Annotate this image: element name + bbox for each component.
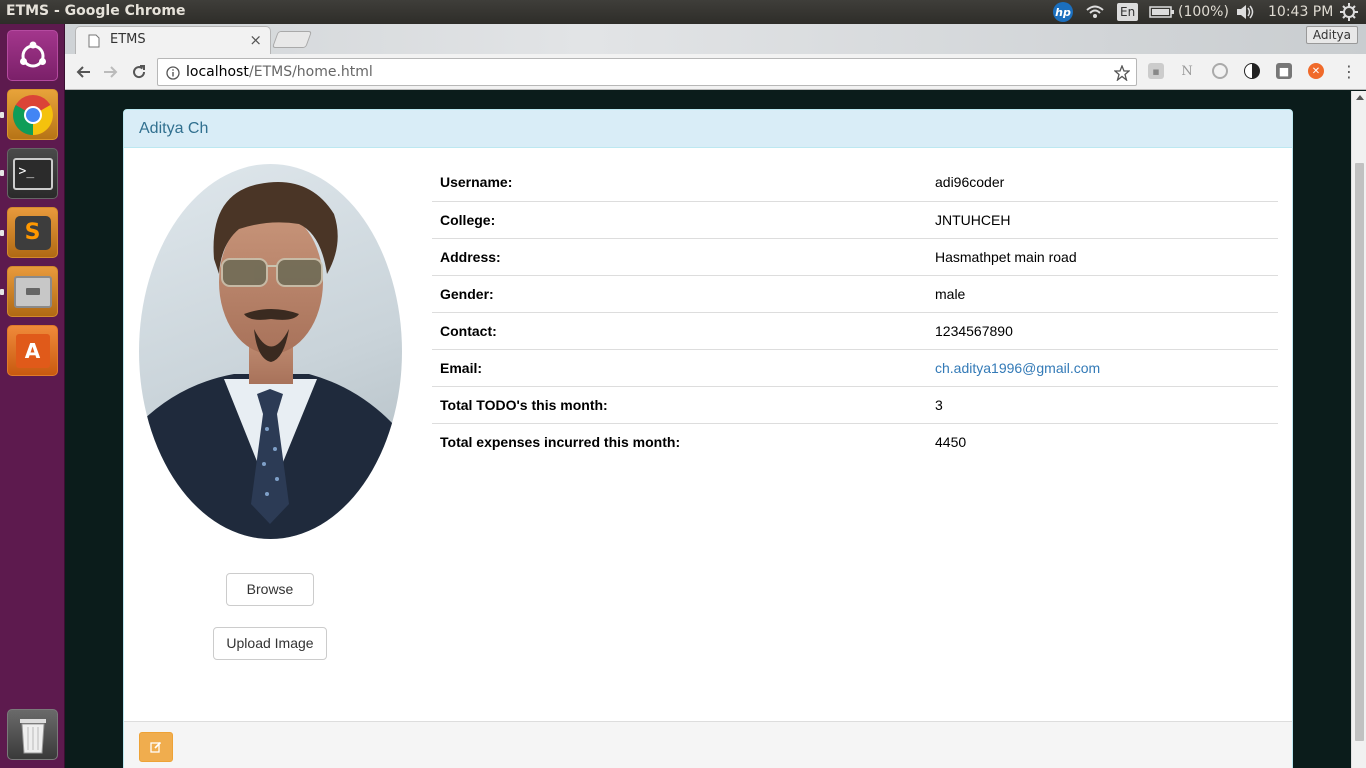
browser-toolbar: localhost /ETMS/home.html ▪ N ■ ✕ ⋮ <box>65 54 1366 90</box>
email-label: Email: <box>432 348 927 386</box>
file-manager-icon[interactable] <box>7 266 58 317</box>
table-row: Gender: male <box>432 274 1278 312</box>
page-viewport: Aditya Ch Browse Upload Image Username: … <box>65 91 1351 768</box>
ubuntu-top-panel: ETMS - Google Chrome hp En (100%) 10:43 … <box>0 0 1366 24</box>
trash-icon[interactable] <box>7 709 58 760</box>
wifi-icon[interactable] <box>1085 0 1105 24</box>
expenses-label: Total expenses incurred this month: <box>432 422 927 460</box>
profile-details-table: Username: adi96coder College: JNTUHCEH Add… <box>432 164 1278 460</box>
contact-value: 1234567890 <box>927 311 1278 349</box>
gender-value: male <box>927 274 1278 312</box>
todo-count-value: 3 <box>927 385 1278 423</box>
tab-strip: ETMS × Aditya <box>65 24 1366 54</box>
battery-indicator[interactable]: (100%) <box>1149 0 1229 24</box>
panel-footer <box>124 721 1292 768</box>
page-icon <box>88 34 100 48</box>
url-path: /ETMS/home.html <box>249 64 373 80</box>
new-tab-button[interactable] <box>271 31 313 48</box>
username-value: adi96coder <box>935 174 1005 191</box>
table-row: Username: adi96coder <box>432 164 1278 201</box>
chrome-icon[interactable] <box>7 89 58 140</box>
table-row: Address: Hasmathpet main road <box>432 237 1278 275</box>
extension-n-icon[interactable]: N <box>1179 63 1195 79</box>
info-icon[interactable] <box>166 66 180 80</box>
address-label: Address: <box>432 237 927 275</box>
table-row: Email: ch.aditya1996@gmail.com <box>432 348 1278 386</box>
table-row: Total expenses incurred this month: 4450 <box>432 422 1278 460</box>
sublime-text-icon[interactable]: S <box>7 207 58 258</box>
address-value: Hasmathpet main road <box>927 237 1278 275</box>
hp-icon[interactable]: hp <box>1052 0 1074 24</box>
extension-circle-icon[interactable] <box>1212 63 1228 79</box>
todo-count-label: Total TODO's this month: <box>432 385 927 423</box>
gender-label: Gender: <box>432 274 927 312</box>
edit-button[interactable] <box>139 732 173 762</box>
browser-window: ETMS × Aditya localhost /ETMS/home.html … <box>65 24 1366 768</box>
contact-label: Contact: <box>432 311 927 349</box>
extension-contrast-icon[interactable] <box>1244 63 1260 79</box>
scrollbar-thumb[interactable] <box>1355 163 1364 741</box>
table-row: Total TODO's this month: 3 <box>432 385 1278 423</box>
chrome-menu-icon[interactable]: ⋮ <box>1341 62 1357 81</box>
forward-icon[interactable] <box>101 62 121 82</box>
email-link[interactable]: ch.aditya1996@gmail.com <box>935 360 1100 376</box>
volume-icon[interactable] <box>1235 0 1255 24</box>
scroll-up-icon[interactable] <box>1356 95 1364 100</box>
college-value: JNTUHCEH <box>927 200 1278 238</box>
reload-icon[interactable] <box>129 62 149 82</box>
back-icon[interactable] <box>73 62 93 82</box>
upload-image-button[interactable]: Upload Image <box>213 627 327 660</box>
svg-text:hp: hp <box>1055 6 1071 19</box>
profile-panel: Aditya Ch Browse Upload Image Username: … <box>123 109 1293 768</box>
profile-button[interactable]: Aditya <box>1305 26 1358 44</box>
college-label: College: <box>432 200 927 238</box>
url-host: localhost <box>186 64 249 80</box>
extension-image-icon[interactable]: ▪ <box>1148 63 1164 79</box>
tab-etms[interactable]: ETMS × <box>75 26 271 54</box>
browse-button[interactable]: Browse <box>226 573 314 606</box>
battery-percent: (100%) <box>1178 4 1229 20</box>
panel-heading: Aditya Ch <box>124 110 1292 148</box>
clock[interactable]: 10:43 PM <box>1268 0 1333 24</box>
battery-icon <box>1149 6 1174 18</box>
username-label: Username: <box>440 174 513 191</box>
expenses-value: 4450 <box>927 422 1278 460</box>
tab-title: ETMS <box>110 32 146 47</box>
software-center-icon[interactable]: A <box>7 325 58 376</box>
terminal-icon[interactable]: >_ <box>7 148 58 199</box>
table-row: Contact: 1234567890 <box>432 311 1278 349</box>
system-gear-icon[interactable] <box>1340 0 1358 24</box>
edit-icon <box>150 741 162 753</box>
extension-x-icon[interactable]: ✕ <box>1308 63 1324 79</box>
table-row: College: JNTUHCEH <box>432 200 1278 238</box>
bookmark-star-icon[interactable] <box>1114 65 1130 81</box>
address-bar[interactable]: localhost /ETMS/home.html <box>157 58 1137 86</box>
unity-launcher: >_ S A <box>0 24 65 768</box>
profile-photo <box>139 164 402 539</box>
keyboard-layout-indicator[interactable]: En <box>1117 0 1139 24</box>
tab-close-icon[interactable]: × <box>249 31 262 49</box>
ubuntu-dash-icon[interactable] <box>7 30 58 81</box>
extension-note-icon[interactable]: ■ <box>1276 63 1292 79</box>
window-title: ETMS - Google Chrome <box>6 3 186 19</box>
page-scrollbar[interactable] <box>1351 91 1366 768</box>
